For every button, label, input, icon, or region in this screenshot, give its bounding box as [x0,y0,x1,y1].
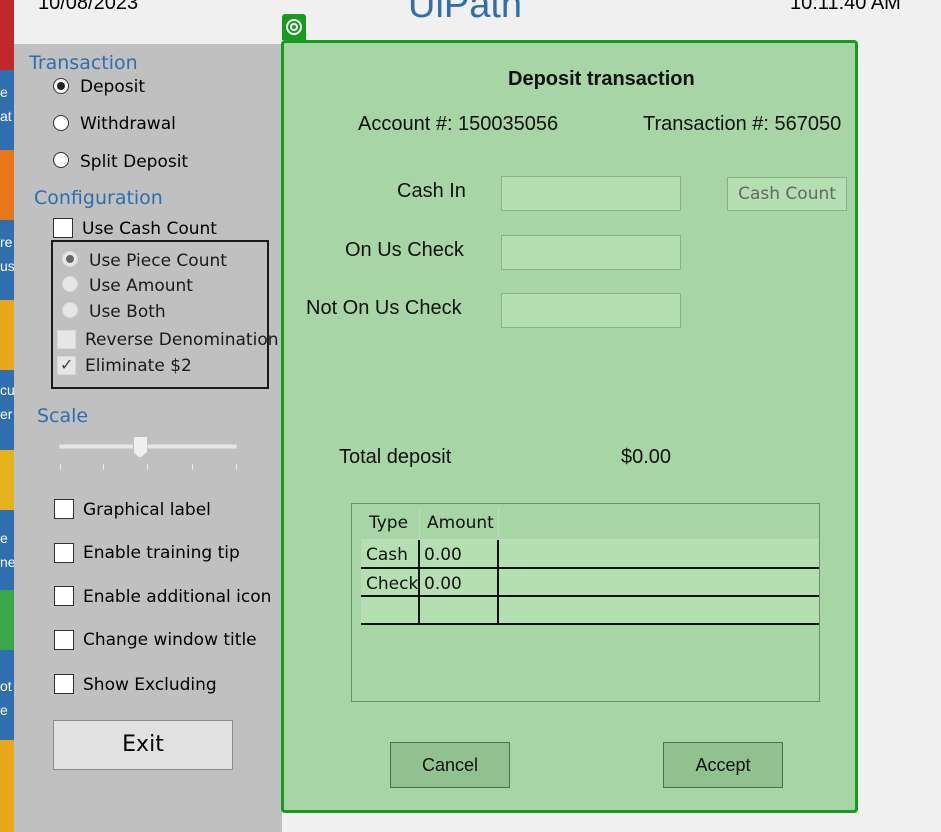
deposit-radio[interactable] [53,78,69,94]
eliminate-2-label: Eliminate $2 [85,356,192,376]
cancel-button[interactable]: Cancel [390,742,510,788]
desktop-icon-yellow [0,300,14,370]
grid-cell-type: Check [366,574,419,594]
grid-header-type[interactable]: Type [369,509,408,537]
deposit-label[interactable]: Deposit [80,77,145,97]
grid-header-amount[interactable]: Amount [427,509,494,537]
show-excluding-checkbox[interactable] [54,674,74,694]
desktop-label-fragment: ne [0,554,14,570]
slider-tick [147,464,148,470]
slider-tick [192,464,193,470]
grid-cell-amount: 0.00 [424,574,462,594]
desktop-label-fragment: us [0,258,14,274]
desktop-label-fragment: e [0,702,8,718]
cash-in-input[interactable] [501,176,681,211]
withdrawal-radio[interactable] [53,115,69,131]
total-deposit-label: Total deposit [339,446,452,468]
enable-training-tip-checkbox[interactable] [54,543,74,563]
total-deposit-value: $0.00 [621,446,672,468]
header-date: 10/08/2023 [38,0,139,14]
desktop-label-fragment: e [0,530,8,546]
enable-additional-icon-checkbox[interactable] [54,586,74,606]
use-amount-label: Use Amount [89,276,193,296]
desktop-icon-amber [0,740,14,832]
slider-tick [60,464,61,470]
configuration-heading: Configuration [34,187,163,209]
use-both-radio [62,302,78,318]
desktop-edge: e at re us cu er e ne ot e [0,0,14,832]
use-both-label: Use Both [89,302,166,322]
table-row[interactable] [361,597,819,625]
transaction-heading: Transaction [29,52,138,74]
use-amount-radio [62,276,78,292]
on-us-check-label: On Us Check [345,239,464,261]
checkmark-icon: ✓ [60,357,74,374]
exit-button[interactable]: Exit [53,720,233,770]
accept-button[interactable]: Accept [663,742,783,788]
not-on-us-check-input[interactable] [501,293,681,328]
split-deposit-radio[interactable] [53,152,69,168]
enable-training-tip-label[interactable]: Enable training tip [83,543,240,563]
cash-count-button[interactable]: Cash Count [727,177,847,211]
desktop-icon-gold [0,450,14,510]
grid-cell-amount: 0.00 [424,545,462,565]
show-excluding-label[interactable]: Show Excluding [83,675,217,695]
app-title: UiPath [408,0,523,26]
desktop-label-fragment: er [0,406,13,422]
eliminate-2-checkbox: ✓ [57,356,76,375]
reverse-denomination-label: Reverse Denomination [85,330,279,350]
not-on-us-check-label: Not On Us Check [306,297,462,319]
desktop-label-fragment: ot [0,678,12,694]
desktop-label-fragment: e [0,84,8,100]
split-deposit-label[interactable]: Split Deposit [80,152,188,172]
desktop-label-fragment: at [0,108,12,124]
reverse-denomination-checkbox [57,330,76,349]
use-cash-count-label[interactable]: Use Cash Count [82,219,217,239]
graphical-label-checkbox[interactable] [54,499,74,519]
use-piece-count-radio [62,251,78,267]
scale-slider-track[interactable] [59,444,237,449]
withdrawal-label[interactable]: Withdrawal [80,114,176,134]
desktop-icon-orange [0,150,14,220]
transaction-number: Transaction #: 567050 [643,113,842,135]
graphical-label-label[interactable]: Graphical label [83,500,211,520]
enable-additional-icon-label[interactable]: Enable additional icon [83,587,271,607]
scale-heading: Scale [37,405,89,427]
change-window-title-label[interactable]: Change window title [83,630,257,650]
desktop-icon-red [0,0,14,70]
change-window-title-checkbox[interactable] [54,630,74,650]
cash-in-label: Cash In [397,180,466,202]
use-piece-count-label: Use Piece Count [89,251,227,271]
header-time: 10:11:40 AM [790,0,901,14]
grid-cell-type: Cash [366,545,408,565]
slider-tick [236,464,237,470]
use-cash-count-checkbox[interactable] [53,218,73,238]
uipath-target-icon [282,14,306,40]
desktop-label-fragment: cu [0,382,14,398]
desktop-icon-green [0,590,14,650]
desktop-label-fragment: re [0,234,13,250]
account-number: Account #: 150035056 [358,113,559,135]
dialog-title: Deposit transaction [508,68,695,90]
on-us-check-input[interactable] [501,235,681,270]
slider-tick [103,464,104,470]
